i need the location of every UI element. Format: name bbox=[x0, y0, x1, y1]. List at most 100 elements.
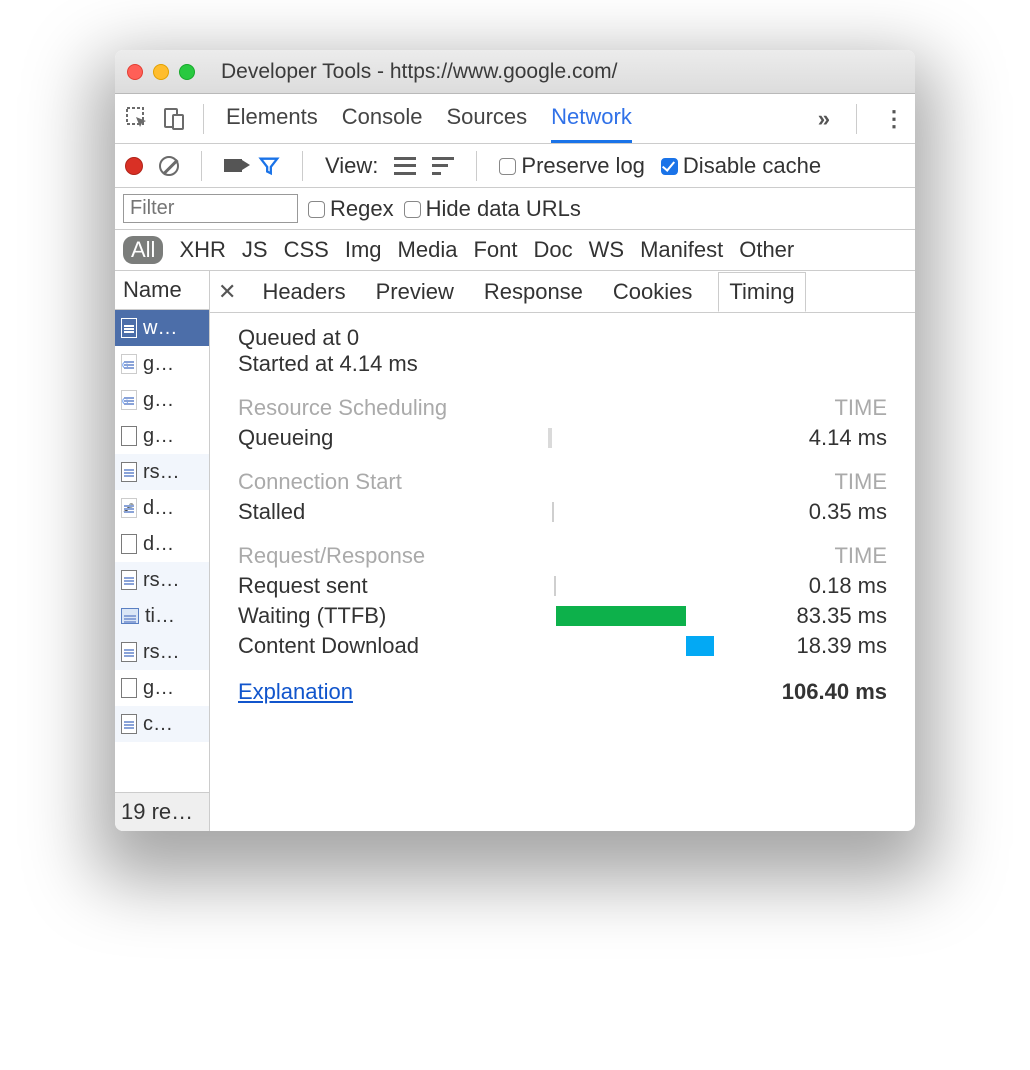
hide-data-urls-option[interactable]: Hide data URLs bbox=[404, 196, 581, 222]
request-row[interactable]: g… bbox=[115, 670, 209, 706]
large-rows-toggle[interactable] bbox=[394, 157, 416, 175]
tab-elements[interactable]: Elements bbox=[226, 94, 318, 143]
timing-row: Stalled0.35 ms bbox=[238, 499, 887, 525]
timing-row: Content Download18.39 ms bbox=[238, 633, 887, 659]
timing-panel: Queued at 0 Started at 4.14 ms Resource … bbox=[210, 313, 915, 717]
timing-label: Waiting (TTFB) bbox=[238, 603, 548, 629]
explanation-link[interactable]: Explanation bbox=[238, 679, 353, 705]
regex-option[interactable]: Regex bbox=[308, 196, 394, 222]
doc-lines-icon bbox=[121, 570, 137, 590]
total-time: 106.40 ms bbox=[782, 679, 887, 705]
timing-label: Content Download bbox=[238, 633, 548, 659]
traffic-lights bbox=[127, 64, 195, 80]
request-row[interactable]: 🎤 d… bbox=[115, 490, 209, 526]
google-icon: G bbox=[121, 354, 137, 374]
inspect-element-icon[interactable] bbox=[125, 106, 151, 132]
preserve-log-checkbox[interactable] bbox=[499, 158, 516, 175]
filter-js[interactable]: JS bbox=[242, 237, 268, 263]
doc-lines-icon bbox=[121, 462, 137, 482]
window-title: Developer Tools - https://www.google.com… bbox=[221, 60, 617, 84]
separator bbox=[476, 151, 477, 181]
tab-response[interactable]: Response bbox=[480, 273, 587, 311]
name-column-header[interactable]: Name bbox=[115, 271, 209, 310]
request-label: g… bbox=[143, 353, 174, 376]
filter-input[interactable] bbox=[123, 194, 298, 223]
google-icon: G bbox=[121, 390, 137, 410]
request-label: c… bbox=[143, 713, 173, 736]
timing-label: Request sent bbox=[238, 573, 548, 599]
filter-img[interactable]: Img bbox=[345, 237, 382, 263]
minimize-window-button[interactable] bbox=[153, 64, 169, 80]
request-row[interactable]: c… bbox=[115, 706, 209, 742]
filter-manifest[interactable]: Manifest bbox=[640, 237, 723, 263]
request-label: g… bbox=[143, 425, 174, 448]
tab-timing[interactable]: Timing bbox=[718, 272, 805, 312]
tab-network[interactable]: Network bbox=[551, 94, 632, 143]
request-row[interactable]: rs… bbox=[115, 562, 209, 598]
zoom-window-button[interactable] bbox=[179, 64, 195, 80]
timing-value: 83.35 ms bbox=[738, 603, 887, 629]
mic-icon: 🎤 bbox=[121, 498, 137, 518]
filter-xhr[interactable]: XHR bbox=[179, 237, 225, 263]
request-label: rs… bbox=[143, 461, 180, 484]
title-bar: Developer Tools - https://www.google.com… bbox=[115, 50, 915, 94]
timing-label: Queueing bbox=[238, 425, 548, 451]
detail-tab-bar: ✕ Headers Preview Response Cookies Timin… bbox=[210, 271, 915, 313]
request-row[interactable]: Gg… bbox=[115, 382, 209, 418]
resource-type-filter-bar: All XHR JS CSS Img Media Font Doc WS Man… bbox=[115, 230, 915, 271]
filter-icon[interactable] bbox=[258, 155, 280, 177]
request-row[interactable]: d… bbox=[115, 526, 209, 562]
doc-plain-icon bbox=[121, 678, 137, 698]
filter-other[interactable]: Other bbox=[739, 237, 794, 263]
filter-ws[interactable]: WS bbox=[589, 237, 624, 263]
record-button[interactable] bbox=[125, 157, 143, 175]
timing-bar bbox=[548, 428, 738, 448]
request-row[interactable]: ti… bbox=[115, 598, 209, 634]
filter-all[interactable]: All bbox=[123, 236, 163, 264]
more-tabs-button[interactable]: » bbox=[818, 106, 830, 132]
overview-toggle[interactable] bbox=[432, 157, 454, 175]
filter-doc[interactable]: Doc bbox=[533, 237, 572, 263]
request-label: g… bbox=[143, 389, 174, 412]
disable-cache-checkbox[interactable] bbox=[661, 158, 678, 175]
request-label: d… bbox=[143, 497, 174, 520]
clear-button[interactable] bbox=[159, 156, 179, 176]
request-label: g… bbox=[143, 677, 174, 700]
preserve-log-option[interactable]: Preserve log bbox=[499, 153, 645, 179]
tab-console[interactable]: Console bbox=[342, 94, 423, 143]
doc-plain-icon bbox=[121, 426, 137, 446]
close-window-button[interactable] bbox=[127, 64, 143, 80]
request-row[interactable]: Gg… bbox=[115, 346, 209, 382]
filter-css[interactable]: CSS bbox=[284, 237, 329, 263]
request-label: ti… bbox=[145, 605, 175, 628]
request-row[interactable]: rs… bbox=[115, 454, 209, 490]
close-detail-icon[interactable]: ✕ bbox=[218, 279, 236, 305]
hide-data-urls-checkbox[interactable] bbox=[404, 201, 421, 218]
device-toolbar-icon[interactable] bbox=[161, 106, 187, 132]
request-label: rs… bbox=[143, 569, 180, 592]
disable-cache-option[interactable]: Disable cache bbox=[661, 153, 821, 179]
tab-sources[interactable]: Sources bbox=[446, 94, 527, 143]
tab-headers[interactable]: Headers bbox=[258, 273, 349, 311]
doc-plain-icon bbox=[121, 534, 137, 554]
regex-checkbox[interactable] bbox=[308, 201, 325, 218]
request-list: w…Gg…Gg…g…rs…🎤d…d…rs…ti…rs…g…c… bbox=[115, 310, 209, 792]
request-label: rs… bbox=[143, 641, 180, 664]
separator bbox=[856, 104, 857, 134]
separator bbox=[302, 151, 303, 181]
network-toolbar: View: Preserve log Disable cache bbox=[115, 144, 915, 188]
filter-font[interactable]: Font bbox=[473, 237, 517, 263]
filter-media[interactable]: Media bbox=[398, 237, 458, 263]
doc-lines-icon bbox=[121, 642, 137, 662]
request-row[interactable]: g… bbox=[115, 418, 209, 454]
tab-preview[interactable]: Preview bbox=[372, 273, 458, 311]
timing-bar bbox=[548, 606, 738, 626]
capture-screenshots-icon[interactable] bbox=[224, 159, 242, 172]
queued-text: Queued at 0 bbox=[238, 325, 887, 351]
request-row[interactable]: rs… bbox=[115, 634, 209, 670]
timing-bar bbox=[548, 576, 738, 596]
request-row[interactable]: w… bbox=[115, 310, 209, 346]
kebab-menu-icon[interactable]: ⋮ bbox=[883, 106, 905, 132]
filter-row: Regex Hide data URLs bbox=[115, 188, 915, 230]
tab-cookies[interactable]: Cookies bbox=[609, 273, 696, 311]
